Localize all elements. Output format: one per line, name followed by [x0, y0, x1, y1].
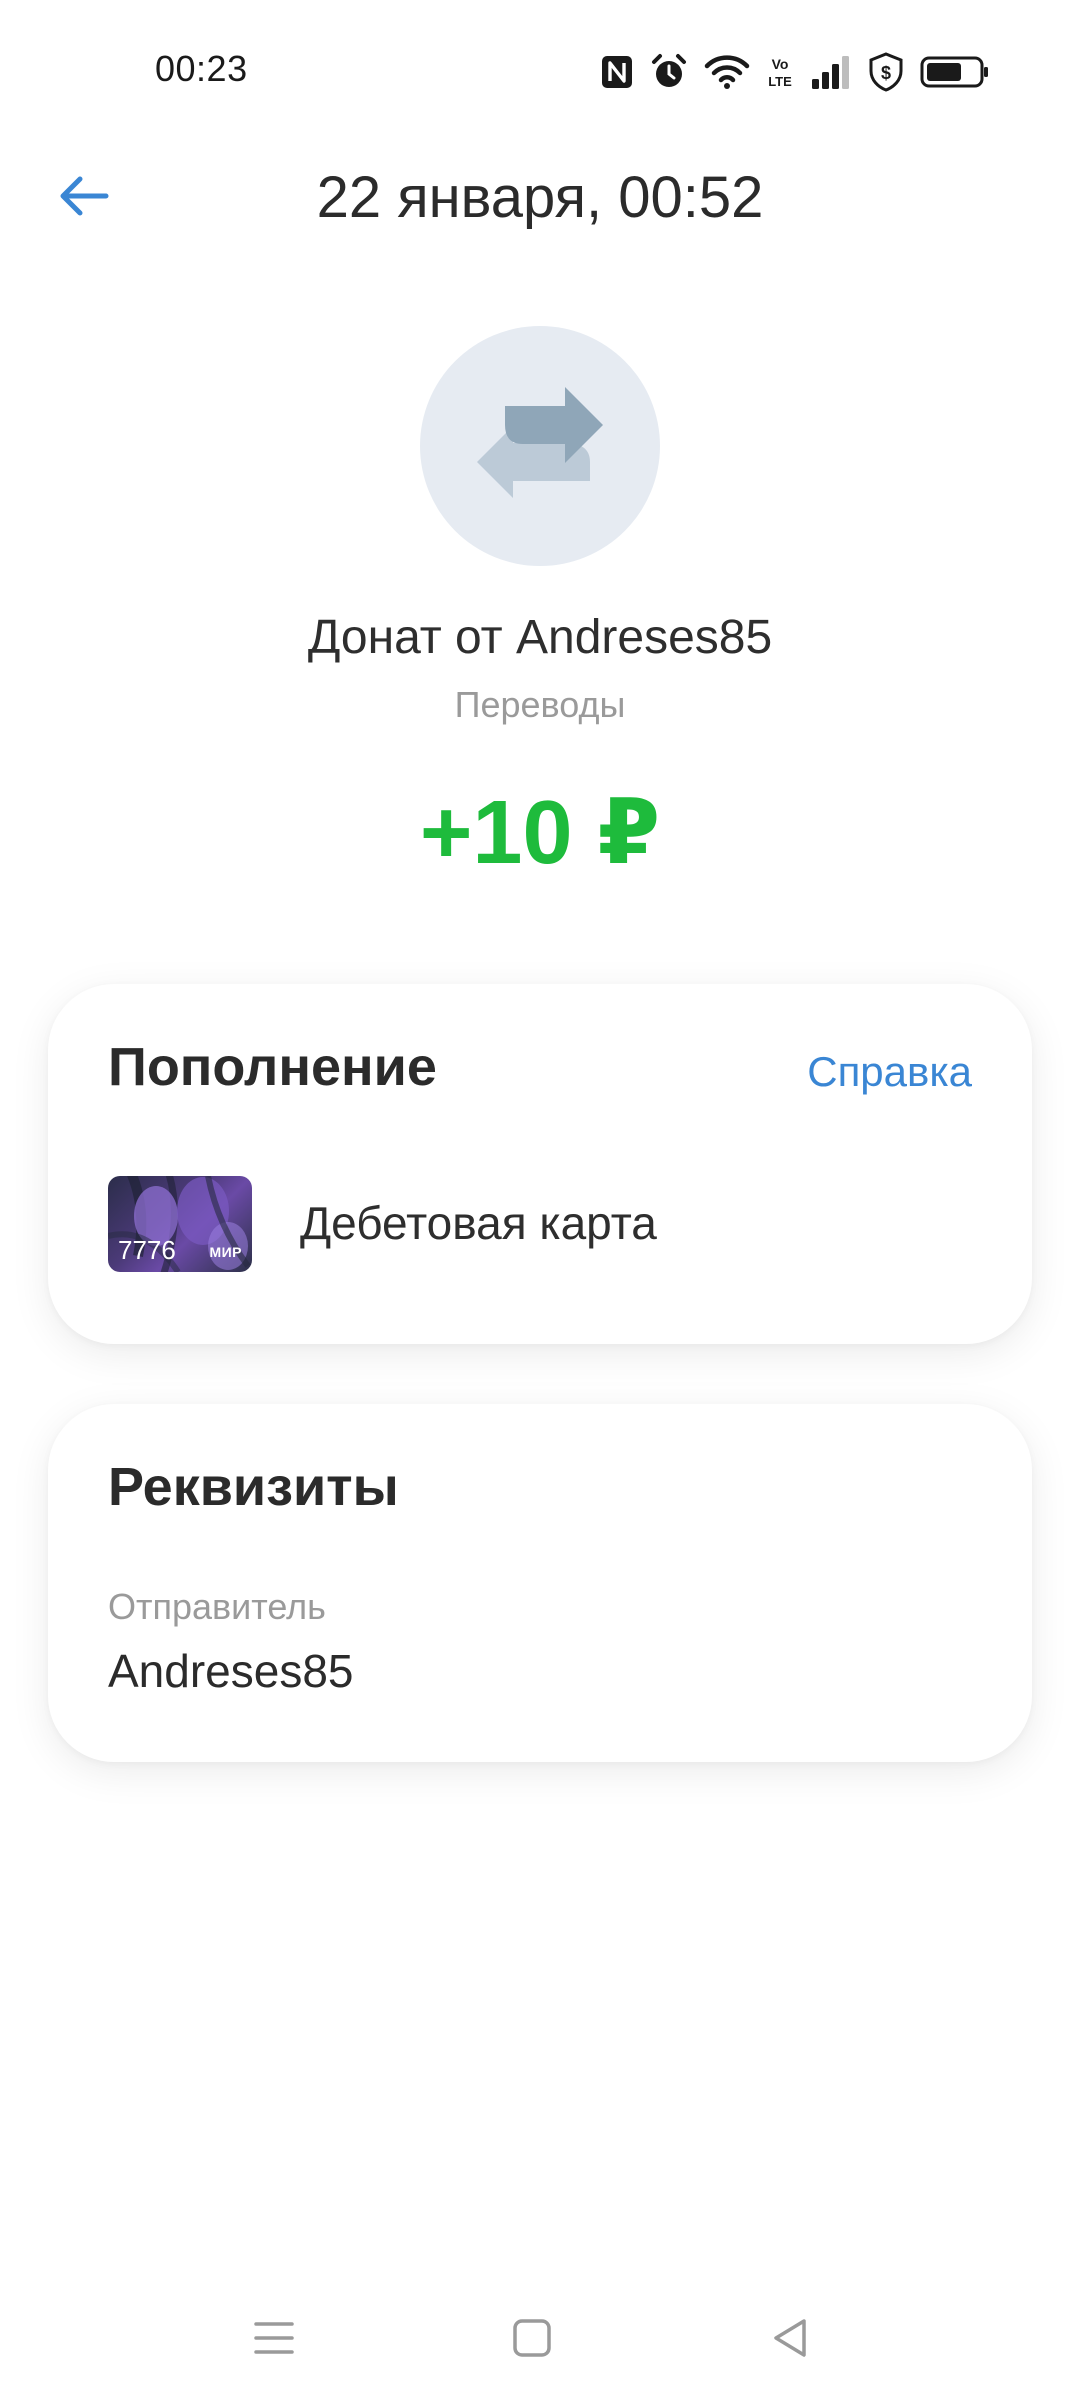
- card-last-digits: 7776: [118, 1235, 176, 1265]
- status-bar: 00:23 Vo LTE $: [0, 0, 1080, 140]
- transfer-arrows-icon: [465, 379, 615, 514]
- details-title: Реквизиты: [108, 1457, 399, 1517]
- back-triangle-icon: [770, 2317, 810, 2364]
- details-card: Реквизиты Отправитель Andreses85: [48, 1404, 1032, 1762]
- nfc-icon: [600, 54, 634, 90]
- operation-title: Донат от Andreses85: [307, 611, 773, 664]
- sender-label: Отправитель: [108, 1586, 326, 1627]
- shield-icon: $: [868, 52, 904, 92]
- svg-text:$: $: [881, 63, 891, 83]
- status-time: 00:23: [155, 48, 248, 89]
- operation-details-screen: 00:23 Vo LTE $ 22 января, 00:52 Донат от…: [0, 0, 1080, 2400]
- sender-value: Andreses85: [108, 1645, 354, 1697]
- system-nav-bar: [0, 2290, 1080, 2370]
- operation-avatar: [420, 326, 660, 566]
- volte-icon: Vo LTE: [766, 53, 794, 91]
- nav-home-button[interactable]: [502, 2310, 562, 2370]
- status-icons: Vo LTE $: [600, 50, 990, 94]
- bank-card-thumbnail[interactable]: 7776 МИР: [108, 1176, 252, 1272]
- nav-back-button[interactable]: [760, 2310, 820, 2370]
- signal-icon: [810, 55, 852, 89]
- account-label[interactable]: Дебетовая карта: [300, 1196, 657, 1250]
- page-title: 22 января, 00:52: [316, 165, 764, 230]
- topup-card: Пополнение Справка 7776 МИР Дебетовая ка…: [48, 984, 1032, 1344]
- svg-text:Vo: Vo: [772, 56, 789, 72]
- nav-menu-button[interactable]: [244, 2310, 304, 2370]
- help-link[interactable]: Справка: [807, 1048, 972, 1096]
- home-square-icon: [512, 2318, 552, 2363]
- header: 22 января, 00:52: [0, 140, 1080, 250]
- operation-amount: +10 ₽: [419, 783, 661, 883]
- operation-category: Переводы: [454, 684, 626, 725]
- svg-text:LTE: LTE: [768, 74, 792, 89]
- alarm-icon: [650, 53, 688, 91]
- card-brand-logo: МИР: [209, 1244, 242, 1260]
- topup-title: Пополнение: [108, 1037, 437, 1097]
- wifi-icon: [704, 53, 750, 91]
- battery-icon: [920, 55, 990, 89]
- menu-icon: [252, 2318, 296, 2363]
